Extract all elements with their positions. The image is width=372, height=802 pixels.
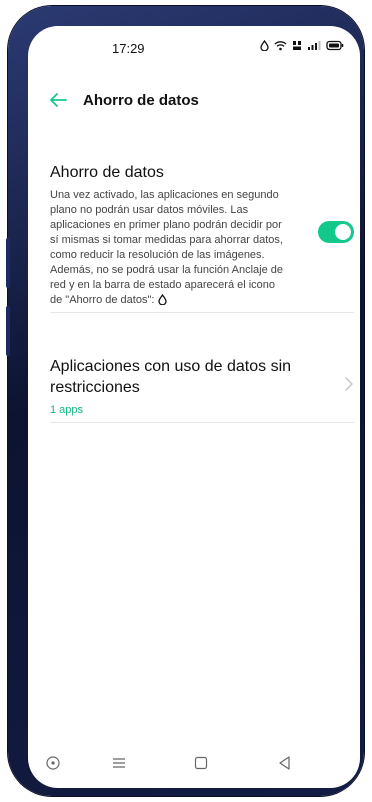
volume-up-button — [6, 238, 10, 288]
circle-dot-icon — [46, 756, 60, 770]
data-saver-description: Una vez activado, las aplicaciones en se… — [50, 188, 290, 308]
volume-down-button — [6, 306, 10, 356]
menu-button[interactable] — [108, 752, 130, 774]
status-time: 17:29 — [112, 41, 145, 56]
divider — [50, 422, 354, 423]
status-bar: 17:29 — [28, 26, 360, 70]
square-icon — [194, 756, 208, 770]
data-saver-section: Ahorro de datos Una vez activado, las ap… — [50, 164, 290, 308]
hd-icon — [293, 41, 301, 50]
back-arrow-icon — [50, 93, 67, 107]
phone-frame: 17:29 Ahorro de datos Ahorro de datos Un… — [6, 6, 364, 796]
data-saver-drop-icon — [157, 294, 167, 305]
wifi-icon — [274, 41, 287, 51]
unrestricted-data-apps-label: Aplicaciones con uso de datos sin restri… — [50, 358, 292, 396]
signal-icon — [308, 41, 321, 50]
data-saver-toggle[interactable] — [318, 221, 354, 243]
home-button[interactable] — [190, 752, 212, 774]
page-title: Ahorro de datos — [83, 92, 199, 109]
assistant-button[interactable] — [42, 752, 64, 774]
toggle-knob — [335, 224, 351, 240]
divider — [50, 312, 354, 313]
navigation-bar — [28, 748, 360, 778]
data-saver-heading: Ahorro de datos — [50, 164, 164, 181]
unrestricted-data-apps-count: 1 apps — [50, 404, 84, 416]
chevron-right-icon — [345, 377, 353, 391]
screen: 17:29 Ahorro de datos Ahorro de datos Un… — [28, 26, 360, 788]
app-bar: Ahorro de datos — [28, 88, 360, 128]
back-button[interactable] — [46, 88, 70, 112]
drop-icon — [260, 40, 269, 51]
triangle-back-icon — [279, 756, 290, 770]
status-icons — [260, 40, 344, 51]
unrestricted-data-apps-item[interactable]: Aplicaciones con uso de datos sin restri… — [50, 356, 354, 422]
data-saver-description-text: Una vez activado, las aplicaciones en se… — [50, 189, 283, 306]
back-nav-button[interactable] — [274, 752, 296, 774]
battery-icon — [326, 40, 344, 51]
menu-icon — [113, 758, 125, 768]
